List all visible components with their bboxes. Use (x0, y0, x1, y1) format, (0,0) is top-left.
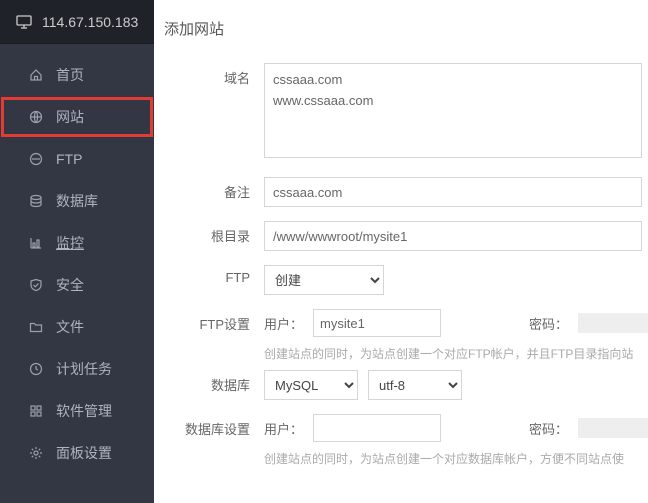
remark-input[interactable] (264, 177, 642, 207)
nav-security[interactable]: 安全 (0, 264, 154, 306)
nav-label: 数据库 (56, 191, 98, 211)
label-remark: 备注 (154, 177, 250, 201)
label-ftpset: FTP设置 (154, 309, 250, 333)
ip-text: 114.67.150.183 (42, 14, 138, 30)
globe-icon (28, 110, 44, 124)
home-icon (28, 68, 44, 82)
nav-site[interactable]: 网站 (0, 96, 154, 138)
ftp-pwd-value (578, 313, 648, 333)
label-pwd: 密码： (529, 314, 568, 333)
label-dbset: 数据库设置 (154, 414, 250, 438)
nav-label: 网站 (56, 107, 84, 127)
label-domain: 域名 (154, 63, 250, 87)
nav-soft[interactable]: 软件管理 (0, 390, 154, 432)
nav-label: 安全 (56, 275, 84, 295)
nav-label: 软件管理 (56, 401, 112, 421)
nav-files[interactable]: 文件 (0, 306, 154, 348)
nav-label: 文件 (56, 317, 84, 337)
shield-icon (28, 278, 44, 292)
label-user-db: 用户： (264, 419, 303, 438)
grid-icon (28, 404, 44, 418)
root-input[interactable] (264, 221, 642, 251)
nav-label: 监控 (56, 233, 84, 253)
nav-label: 计划任务 (56, 359, 112, 379)
label-ftp: FTP (154, 265, 250, 285)
label-user: 用户： (264, 314, 303, 333)
nav-label: FTP (56, 151, 82, 167)
nav-panel[interactable]: 面板设置 (0, 432, 154, 474)
database-icon (28, 194, 44, 208)
ftp-user-input[interactable] (313, 309, 441, 337)
label-root: 根目录 (154, 221, 250, 245)
nav-monitor[interactable]: 监控 (0, 222, 154, 264)
nav-label: 面板设置 (56, 443, 112, 463)
nav-ftp[interactable]: FTP (0, 138, 154, 180)
label-db: 数据库 (154, 370, 250, 394)
db-charset-select[interactable]: utf-8 (368, 370, 462, 400)
folder-icon (28, 320, 44, 334)
ftp-select[interactable]: 创建 (264, 265, 384, 295)
nav-cron[interactable]: 计划任务 (0, 348, 154, 390)
nav-home[interactable]: 首页 (0, 54, 154, 96)
sidebar-nav: 首页 网站 FTP 数据库 监控 安全 文件 计划任务 (0, 44, 154, 474)
chart-icon (28, 236, 44, 250)
db-hint: 创建站点的同时，为站点创建一个对应数据库帐户，方便不同站点使 (264, 450, 648, 467)
ftp-hint: 创建站点的同时，为站点创建一个对应FTP帐户，并且FTP目录指向站 (264, 345, 648, 362)
ip-bar: 114.67.150.183 (0, 0, 154, 44)
clock-icon (28, 362, 44, 376)
page-title: 添加网站 (154, 18, 648, 39)
ftp-icon (28, 152, 44, 166)
gear-icon (28, 446, 44, 460)
db-pwd-value (578, 418, 648, 438)
label-pwd-db: 密码： (529, 419, 568, 438)
nav-label: 首页 (56, 65, 84, 85)
db-user-input[interactable] (313, 414, 441, 442)
db-engine-select[interactable]: MySQL (264, 370, 358, 400)
domain-textarea[interactable]: cssaaa.com www.cssaaa.com (264, 63, 642, 158)
nav-db[interactable]: 数据库 (0, 180, 154, 222)
monitor-icon (16, 15, 32, 29)
